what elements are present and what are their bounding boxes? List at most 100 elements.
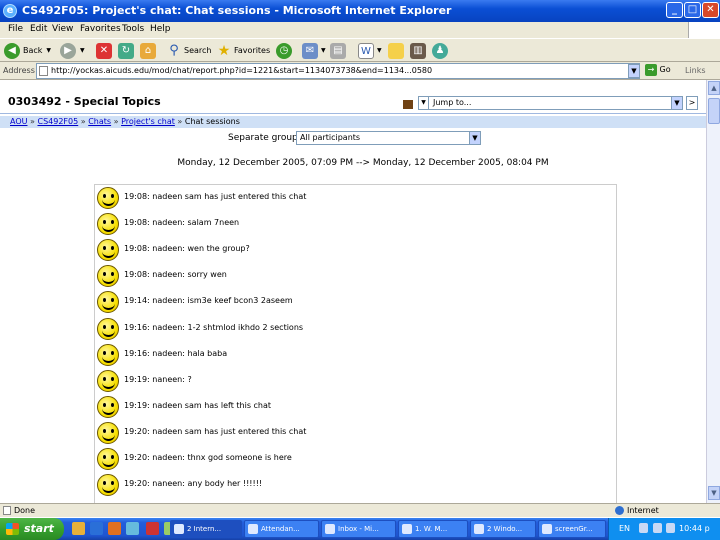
scroll-up-icon[interactable]: ▲: [708, 81, 720, 95]
menu-favorites[interactable]: Favorites: [80, 24, 121, 34]
menu-bar: File Edit View Favorites Tools Help: [0, 22, 720, 38]
start-button[interactable]: start: [0, 518, 64, 540]
vertical-scrollbar[interactable]: ▲ ▼: [706, 80, 720, 503]
session-time-range: Monday, 12 December 2005, 07:09 PM --> M…: [177, 158, 549, 168]
task-button[interactable]: 1. W. M...: [398, 520, 468, 538]
quicklaunch-settings-icon[interactable]: [126, 522, 139, 535]
clock: 10:44 p: [679, 524, 710, 533]
breadcrumb-course[interactable]: CS492F05: [37, 117, 78, 126]
back-button[interactable]: ◀ Back ▼: [4, 42, 51, 59]
jump-go-button[interactable]: >: [686, 96, 698, 110]
chat-message: 19:08: nadeen: sorry wen: [97, 265, 597, 289]
chat-message-text: 19:08: nadeen: wen the group?: [124, 244, 250, 254]
windows-logo-icon: [6, 523, 19, 535]
breadcrumb-chats[interactable]: Chats: [88, 117, 111, 126]
chat-message-text: 19:08: nadeen: sorry wen: [124, 270, 227, 280]
security-zone: Internet: [615, 506, 659, 515]
breadcrumb-chat[interactable]: Project's chat: [121, 117, 175, 126]
chevron-down-icon: ▼: [80, 47, 85, 54]
stop-button[interactable]: ✕: [96, 42, 112, 59]
task-button[interactable]: 2 Intern...: [170, 520, 242, 538]
chevron-down-icon: ▼: [671, 96, 683, 110]
address-input[interactable]: http://yockas.aicuds.edu/mod/chat/report…: [36, 63, 640, 79]
window-title: CS492F05: Project's chat: Chat sessions …: [22, 4, 452, 17]
books-icon: ▥: [410, 42, 426, 59]
back-label: Back: [23, 46, 43, 55]
start-label: start: [24, 522, 54, 535]
print-icon: ▤: [330, 42, 346, 59]
history-button[interactable]: ◷: [276, 42, 292, 59]
address-url: http://yockas.aicuds.edu/mod/chat/report…: [51, 66, 433, 75]
language-indicator[interactable]: EN: [619, 524, 630, 533]
mail-button[interactable]: ✉ ▼: [302, 42, 326, 59]
research-button[interactable]: ▥: [410, 42, 426, 59]
group-select[interactable]: All participants ▼: [296, 131, 481, 145]
windows-flag-icon: [688, 22, 720, 38]
page-content: 0303492 - Special Topics ▼ Jump to... ▼ …: [0, 80, 706, 503]
history-icon: ◷: [276, 42, 292, 59]
chat-message: 19:19: nadeen sam has left this chat: [97, 395, 597, 420]
task-button[interactable]: screenGr...: [538, 520, 606, 538]
chat-message: 19:08: nadeen sam has just entered this …: [97, 187, 597, 211]
go-arrow-icon: →: [645, 64, 657, 76]
print-button[interactable]: ▤: [330, 42, 346, 59]
favorites-button[interactable]: ★ Favorites: [216, 42, 270, 59]
edit-button[interactable]: W ▼: [358, 42, 382, 59]
tray-icon[interactable]: [639, 523, 648, 533]
menu-file[interactable]: File: [8, 24, 23, 34]
chat-message-text: 19:14: nadeen: ism3e keef bcon3 2aseem: [124, 296, 293, 306]
folder-icon: [388, 42, 404, 59]
status-bar: Done Internet: [0, 503, 720, 517]
breadcrumb-site[interactable]: AOU: [10, 117, 27, 126]
address-label: Address: [3, 66, 35, 75]
refresh-icon: ↻: [118, 42, 134, 59]
smiley-avatar-icon: [97, 474, 119, 497]
page-icon: [39, 66, 48, 76]
chat-message: 19:14: nadeen: ism3e keef bcon3 2aseem: [97, 291, 597, 315]
jump-to-select[interactable]: ▼ Jump to... ▼: [418, 96, 683, 110]
task-button[interactable]: Inbox - Mi...: [321, 520, 396, 538]
group-value: All participants: [300, 133, 361, 142]
refresh-button[interactable]: ↻: [118, 42, 134, 59]
tray-icon[interactable]: [653, 523, 662, 533]
task-button[interactable]: Attendan...: [244, 520, 319, 538]
star-icon: ★: [217, 42, 231, 59]
minimize-button[interactable]: _: [666, 2, 683, 18]
smiley-avatar-icon: [97, 395, 119, 418]
quicklaunch-media-icon[interactable]: [108, 522, 121, 535]
task-button[interactable]: 2 Windo...: [470, 520, 536, 538]
messenger-button[interactable]: ♟: [432, 42, 448, 59]
tray-icon[interactable]: [666, 523, 675, 533]
breadcrumb-separator: »: [177, 117, 183, 126]
menu-help[interactable]: Help: [150, 24, 171, 34]
close-button[interactable]: ✕: [702, 2, 719, 18]
ie-logo-icon: e: [3, 4, 17, 18]
back-arrow-icon: ◀: [4, 42, 20, 59]
search-button[interactable]: ⚲ Search: [166, 42, 211, 59]
chat-message-text: 19:19: nadeen sam has left this chat: [124, 400, 272, 410]
scroll-down-icon[interactable]: ▼: [708, 486, 720, 500]
chat-message-text: 19:08: nadeen sam has just entered this …: [124, 192, 307, 201]
chat-message: 19:08: nadeen: salam 7neen: [97, 213, 597, 237]
quicklaunch-app-icon[interactable]: [146, 522, 159, 535]
forward-button[interactable]: ▶ ▼: [60, 42, 85, 59]
home-button[interactable]: ⌂: [140, 42, 156, 59]
scroll-thumb[interactable]: [708, 98, 720, 124]
jump-to-value: Jump to...: [433, 98, 472, 107]
menu-tools[interactable]: Tools: [122, 24, 144, 34]
go-button[interactable]: → Go: [645, 64, 671, 76]
chat-message-text: 19:08: nadeen: salam 7neen: [124, 218, 240, 228]
maximize-button[interactable]: □: [684, 2, 701, 18]
help-icon[interactable]: [403, 100, 413, 109]
smiley-avatar-icon: [97, 265, 119, 288]
course-title: 0303492 - Special Topics: [8, 95, 161, 108]
menu-edit[interactable]: Edit: [30, 24, 47, 34]
menu-view[interactable]: View: [52, 24, 73, 34]
folder-button[interactable]: [388, 42, 404, 59]
title-bar: e CS492F05: Project's chat: Chat session…: [0, 0, 720, 22]
quicklaunch-ie-icon[interactable]: [90, 522, 103, 535]
quicklaunch-explorer-icon[interactable]: [72, 522, 85, 535]
chat-message: 19:16: nadeen: 1-2 shtmlod ikhdo 2 secti…: [97, 317, 597, 342]
address-dropdown-icon[interactable]: ▼: [628, 64, 640, 78]
links-button[interactable]: Links: [685, 66, 706, 75]
